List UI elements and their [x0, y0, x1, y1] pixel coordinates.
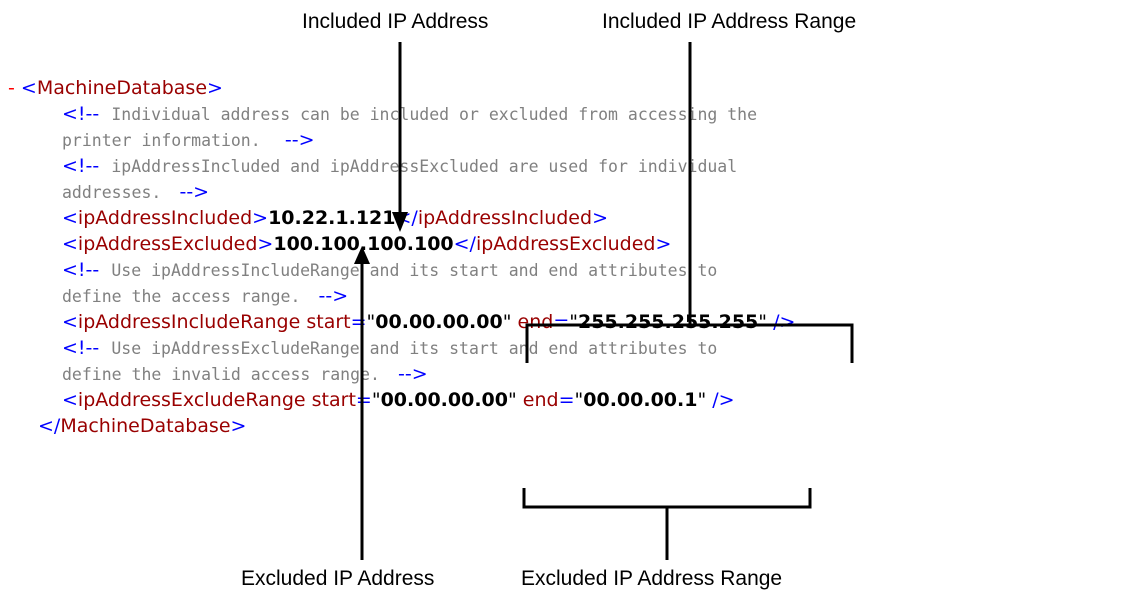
excluded-ip-arrowhead	[354, 246, 370, 264]
callout-lines	[354, 42, 854, 560]
include-range-bracket	[525, 323, 854, 363]
exclude-range-bracket	[522, 488, 812, 509]
included-ip-arrowhead	[392, 212, 408, 232]
